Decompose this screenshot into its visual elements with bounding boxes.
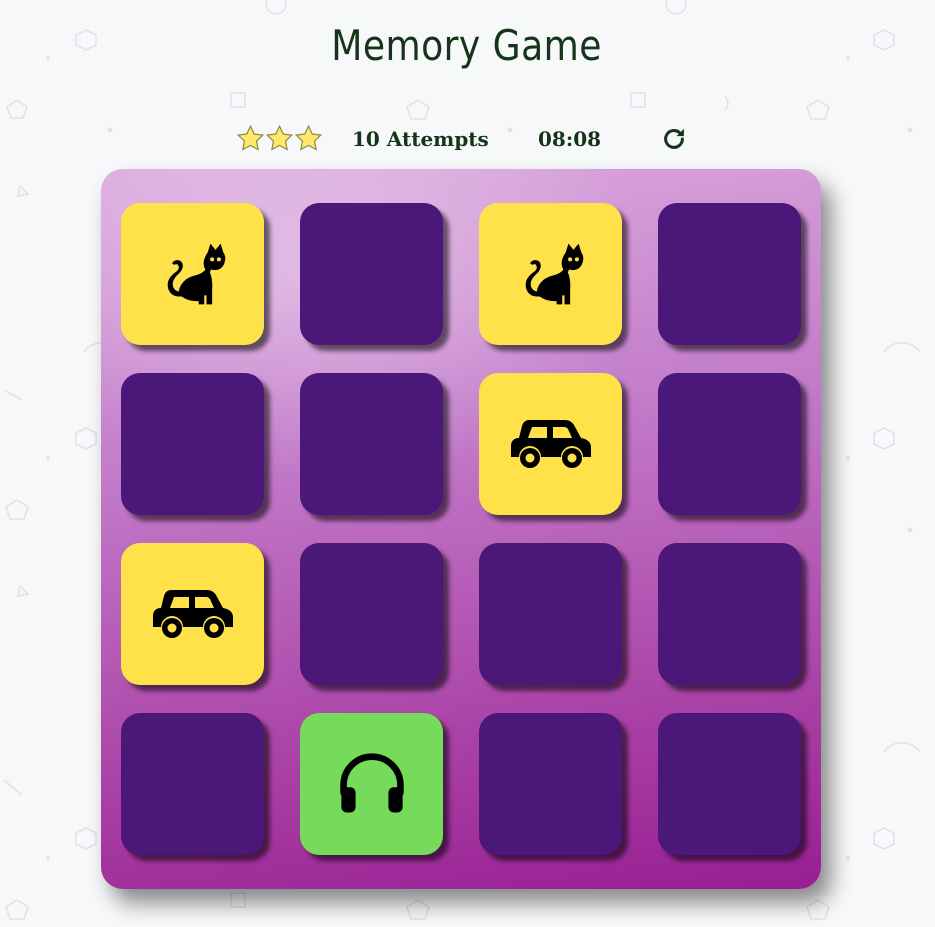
- car-icon: [509, 414, 593, 474]
- card[interactable]: [300, 203, 443, 345]
- card[interactable]: [121, 373, 264, 515]
- cat-icon: [515, 238, 587, 310]
- card[interactable]: [300, 713, 443, 855]
- attempts-counter: 10 Attempts: [352, 127, 489, 151]
- card-grid: [101, 169, 821, 889]
- card[interactable]: [479, 543, 622, 685]
- redo-icon[interactable]: [660, 124, 688, 154]
- card[interactable]: [479, 713, 622, 855]
- star-icon: [236, 124, 265, 151]
- timer-display: 08:08: [538, 127, 602, 151]
- card[interactable]: [300, 373, 443, 515]
- card[interactable]: [121, 713, 264, 855]
- star-icon: [294, 124, 323, 151]
- card[interactable]: [121, 543, 264, 685]
- card[interactable]: [479, 373, 622, 515]
- card[interactable]: [479, 203, 622, 345]
- card[interactable]: [658, 373, 801, 515]
- card[interactable]: [658, 203, 801, 345]
- card[interactable]: [658, 713, 801, 855]
- headphones-icon: [337, 751, 407, 817]
- card-deck: [101, 169, 821, 889]
- score-panel: 10 Attempts 08:08: [0, 120, 935, 158]
- star-rating: [236, 124, 324, 154]
- cat-icon: [157, 238, 229, 310]
- card[interactable]: [658, 543, 801, 685]
- star-icon: [265, 124, 294, 151]
- card[interactable]: [121, 203, 264, 345]
- card[interactable]: [300, 543, 443, 685]
- game-title: Memory Game: [331, 21, 602, 70]
- car-icon: [151, 584, 235, 644]
